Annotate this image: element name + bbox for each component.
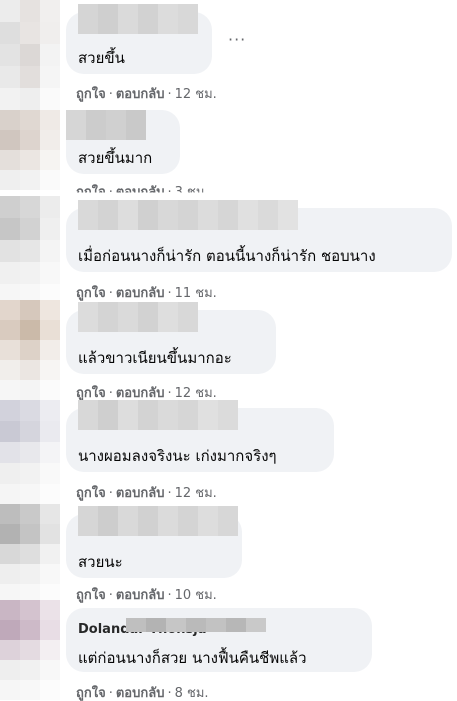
reply-button[interactable]: ตอบกลับ bbox=[116, 386, 165, 401]
comment-item: สวยนะ ถูกใจ · ตอบกลับ · 10 ชม. bbox=[0, 504, 457, 604]
avatar[interactable] bbox=[0, 300, 60, 400]
timestamp[interactable]: 11 ชม. bbox=[175, 286, 217, 301]
comment-text: สวยขึ้นมาก bbox=[78, 149, 153, 167]
separator-dot: · bbox=[167, 486, 172, 501]
timestamp[interactable]: 12 ชม. bbox=[175, 87, 217, 102]
like-button[interactable]: ถูกใจ bbox=[76, 486, 106, 501]
blurred-author-name bbox=[78, 302, 198, 332]
comment-bubble: สวยขึ้นมาก bbox=[66, 110, 180, 174]
separator-dot: · bbox=[108, 386, 113, 401]
reply-button[interactable]: ตอบกลับ bbox=[116, 286, 165, 301]
blurred-author-name bbox=[66, 110, 146, 140]
comment-bubble: สวยนะ bbox=[66, 506, 242, 578]
separator-dot: · bbox=[108, 486, 113, 501]
comment-bubble: แล้วขาวเนียนขึ้นมากอะ bbox=[66, 302, 276, 374]
comment-item: เมื่อก่อนนางก็น่ารัก ตอนนี้นางก็น่ารัก ช… bbox=[0, 196, 457, 306]
comment-text: นางผอมลงจริงนะ เก่งมากจริงๆ bbox=[78, 447, 277, 465]
comment-actions: ถูกใจ · ตอบกลับ · 12 ชม. bbox=[76, 83, 217, 104]
comment-actions: ถูกใจ · ตอบกลับ · 8 ชม. bbox=[76, 682, 209, 701]
separator-dot: · bbox=[167, 686, 172, 701]
comment-bubble: Dolandar Thonsja แต่ก่อนนางก็สวย นางฟื้น… bbox=[66, 608, 372, 672]
comment-text: แต่ก่อนนางก็สวย นางฟื้นคืนชีพแล้ว bbox=[78, 649, 307, 667]
separator-dot: · bbox=[108, 686, 113, 701]
comment-item: แล้วขาวเนียนขึ้นมากอะ ถูกใจ · ตอบกลับ · 12 ช… bbox=[0, 300, 457, 401]
separator-dot: · bbox=[167, 87, 172, 102]
comment-actions: ถูกใจ · ตอบกลับ · 12 ชม. bbox=[76, 482, 217, 503]
separator-dot: · bbox=[108, 286, 113, 301]
like-button[interactable]: ถูกใจ bbox=[76, 386, 106, 401]
comment-item: นางผอมลงจริงนะ เก่งมากจริงๆ ถูกใจ · ตอบกลั… bbox=[0, 400, 457, 505]
comment-item: สวยขึ้น ··· ถูกใจ · ตอบกลับ · 12 ชม. bbox=[0, 0, 457, 110]
reply-button[interactable]: ตอบกลับ bbox=[116, 87, 165, 102]
avatar[interactable] bbox=[0, 110, 60, 190]
reply-button[interactable]: ตอบกลับ bbox=[116, 486, 165, 501]
comment-item: สวยขึ้นมาก ถูกใจ · ตอบกลับ · 3 ชม. bbox=[0, 110, 457, 200]
comment-bubble: เมื่อก่อนนางก็น่ารัก ตอนนี้นางก็น่ารัก ช… bbox=[66, 200, 452, 272]
reply-button[interactable]: ตอบกลับ bbox=[116, 686, 165, 701]
blurred-author-name bbox=[78, 400, 238, 430]
like-button[interactable]: ถูกใจ bbox=[76, 286, 106, 301]
blurred-author-name bbox=[78, 200, 298, 230]
comment-text: แล้วขาวเนียนขึ้นมากอะ bbox=[78, 349, 232, 367]
avatar[interactable] bbox=[0, 400, 60, 505]
avatar[interactable] bbox=[0, 504, 60, 604]
comment-item: Dolandar Thonsja แต่ก่อนนางก็สวย นางฟื้น… bbox=[0, 600, 457, 701]
timestamp[interactable]: 12 ชม. bbox=[175, 486, 217, 501]
comment-bubble: สวยขึ้น bbox=[66, 4, 212, 74]
avatar[interactable] bbox=[0, 600, 60, 701]
blurred-author-name bbox=[78, 506, 238, 536]
comment-feed: สวยขึ้น ··· ถูกใจ · ตอบกลับ · 12 ชม. สวยขึ้น… bbox=[0, 0, 457, 701]
separator-dot: · bbox=[167, 386, 172, 401]
comment-text: เมื่อก่อนนางก็น่ารัก ตอนนี้นางก็น่ารัก ช… bbox=[78, 247, 376, 265]
comment-bubble: นางผอมลงจริงนะ เก่งมากจริงๆ bbox=[66, 400, 334, 472]
avatar[interactable] bbox=[0, 0, 60, 110]
avatar[interactable] bbox=[0, 196, 60, 306]
separator-dot: · bbox=[167, 286, 172, 301]
blurred-author-name bbox=[126, 618, 266, 632]
ellipsis-icon[interactable]: ··· bbox=[228, 32, 246, 48]
like-button[interactable]: ถูกใจ bbox=[76, 686, 106, 701]
timestamp[interactable]: 8 ชม. bbox=[175, 686, 209, 701]
timestamp[interactable]: 12 ชม. bbox=[175, 386, 217, 401]
comment-text: สวยนะ bbox=[78, 553, 123, 571]
blurred-author-name bbox=[78, 4, 198, 34]
comment-text: สวยขึ้น bbox=[78, 49, 125, 67]
separator-dot: · bbox=[108, 87, 113, 102]
like-button[interactable]: ถูกใจ bbox=[76, 87, 106, 102]
